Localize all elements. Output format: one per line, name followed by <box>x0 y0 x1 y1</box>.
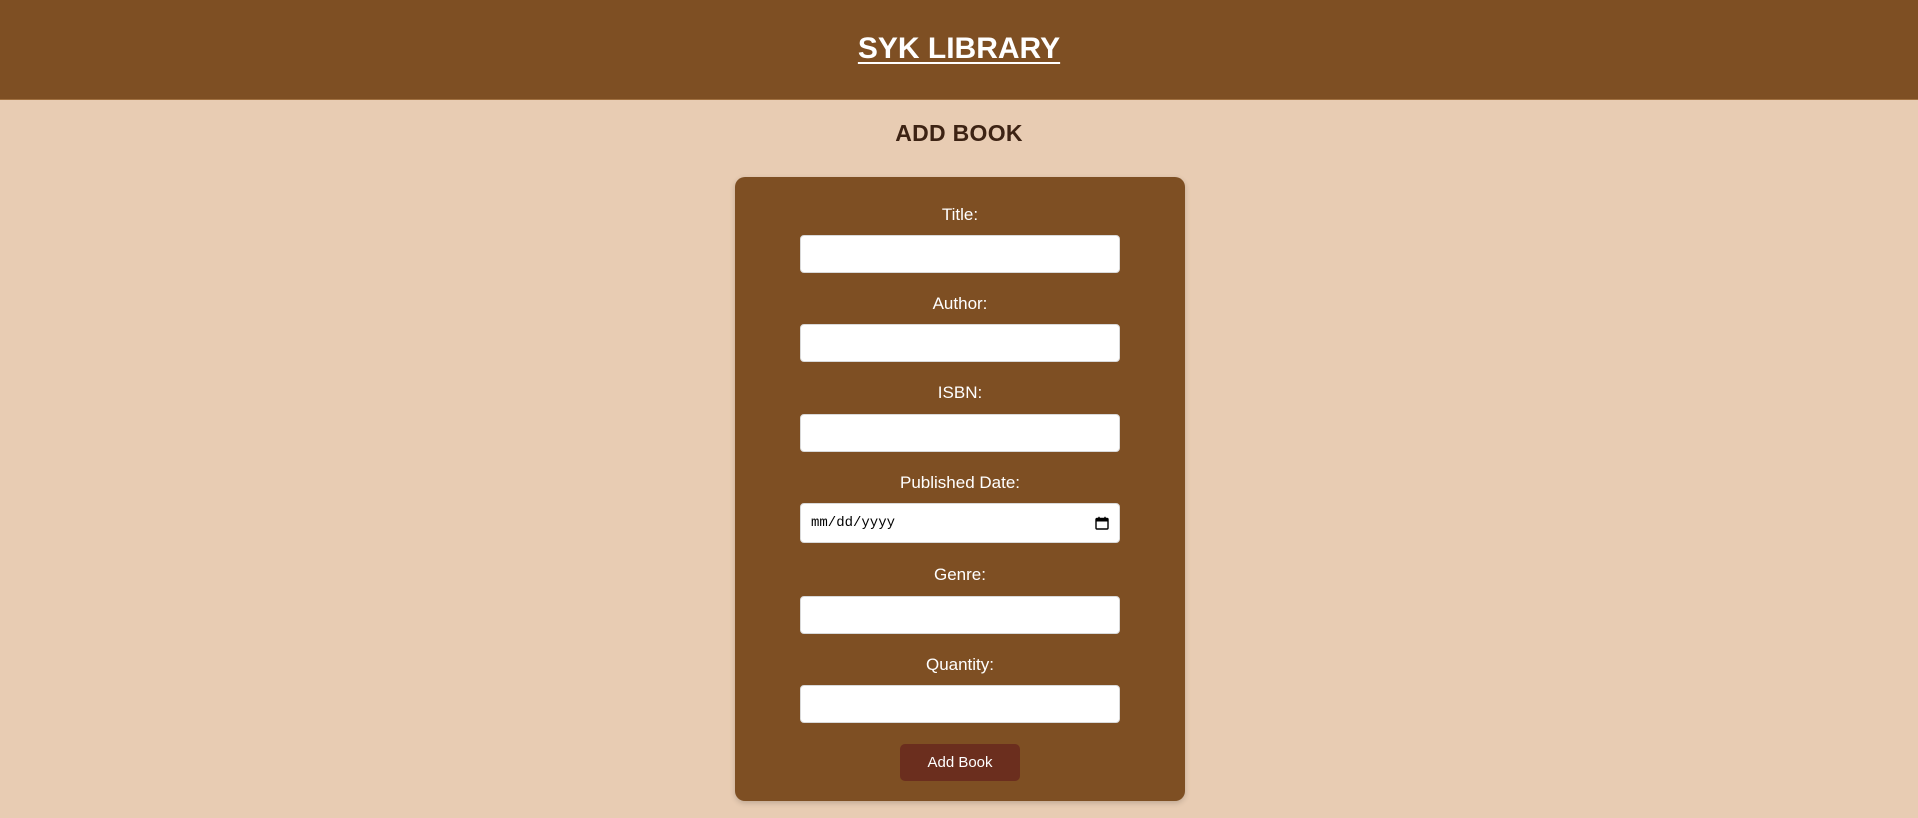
page-title: ADD BOOK <box>895 120 1023 146</box>
published-date-input[interactable]: mm/dd/yyyy <box>800 503 1120 543</box>
author-label: Author: <box>932 294 988 313</box>
published-date-placeholder: mm/dd/yyyy <box>811 515 896 531</box>
quantity-input[interactable] <box>800 685 1120 723</box>
isbn-label: ISBN: <box>937 383 983 402</box>
site-header: SYK LIBRARY <box>0 0 1918 100</box>
published-date-label: Published Date: <box>899 473 1021 492</box>
title-label: Title: <box>941 205 979 224</box>
genre-label: Genre: <box>934 565 986 584</box>
title-input[interactable] <box>800 235 1120 273</box>
calendar-icon[interactable] <box>1095 516 1109 530</box>
add-book-button[interactable]: Add Book <box>900 744 1020 781</box>
add-book-form: Title: Author: ISBN: Published Date: mm/… <box>735 177 1185 801</box>
isbn-input[interactable] <box>800 414 1120 452</box>
site-brand-link[interactable]: SYK LIBRARY <box>858 32 1060 66</box>
author-input[interactable] <box>800 324 1120 362</box>
genre-input[interactable] <box>800 596 1120 634</box>
quantity-label: Quantity: <box>925 655 995 674</box>
